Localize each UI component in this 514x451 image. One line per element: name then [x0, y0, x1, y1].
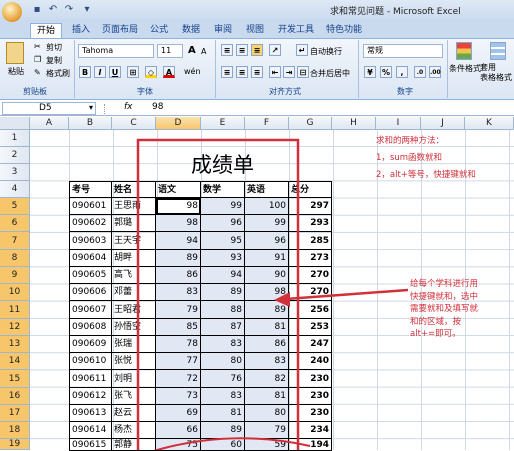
arrow-line: [285, 288, 409, 301]
arrow-head-icon: [274, 292, 290, 307]
annotation-overlay: [136, 138, 409, 450]
selection-highlight-rect: [136, 138, 300, 450]
sum-circle-mark: [153, 437, 311, 450]
